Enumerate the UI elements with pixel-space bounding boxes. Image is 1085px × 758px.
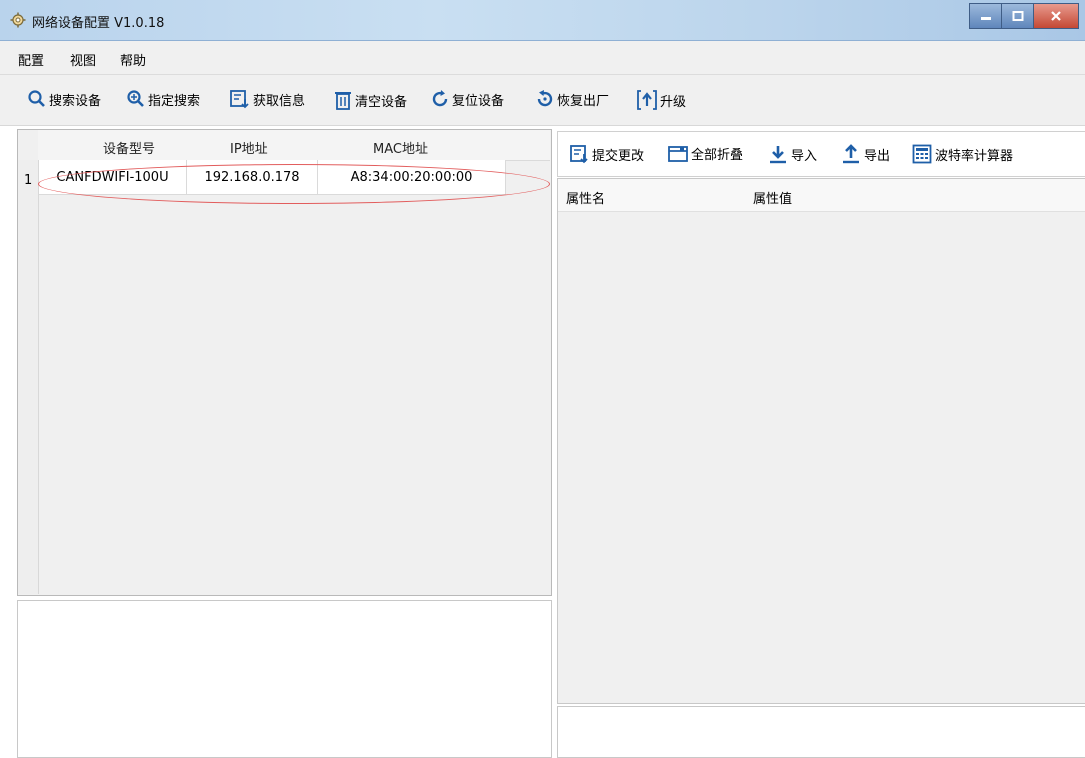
collapse-all-button[interactable]: 全部折叠	[668, 144, 743, 163]
submit-icon	[570, 145, 588, 164]
menu-view[interactable]: 视图	[70, 50, 96, 69]
device-table-header: 设备型号 IP地址 MAC地址	[38, 130, 550, 161]
window-title: 网络设备配置 V1.0.18	[32, 16, 165, 31]
maximize-icon	[1012, 11, 1023, 21]
menu-config[interactable]: 配置	[18, 50, 44, 69]
upgrade-button[interactable]: 升级	[636, 89, 686, 111]
get-info-button[interactable]: 获取信息	[229, 89, 305, 109]
menu-bar: 配置 视图 帮助	[0, 41, 1085, 75]
submit-changes-label: 提交更改	[592, 148, 645, 164]
column-header-mac[interactable]: MAC地址	[373, 138, 428, 157]
factory-reset-button[interactable]: 恢复出厂	[535, 89, 609, 109]
column-header-property-value: 属性值	[753, 192, 793, 207]
menu-help[interactable]: 帮助	[120, 50, 146, 69]
column-header-property-name: 属性名	[566, 192, 606, 207]
column-header-model[interactable]: 设备型号	[103, 138, 155, 157]
property-description-panel	[557, 706, 1085, 758]
minimize-icon	[980, 17, 991, 20]
export-label: 导出	[864, 148, 891, 164]
get-info-label: 获取信息	[253, 93, 306, 109]
window-controls	[969, 3, 1079, 29]
zoom-in-icon	[127, 90, 144, 107]
factory-reset-label: 恢复出厂	[557, 93, 610, 109]
main-toolbar: 搜索设备 指定搜索 获取信息 清空设备 复位设备 恢复出厂 升级	[0, 75, 1085, 126]
collapse-all-label: 全部折叠	[691, 148, 744, 163]
row-number: 1	[24, 173, 33, 188]
upload-icon	[843, 144, 859, 164]
search-devices-button[interactable]: 搜索设备	[27, 89, 101, 109]
trash-icon	[335, 92, 351, 110]
cell-ip[interactable]: 192.168.0.178	[187, 160, 318, 195]
log-panel[interactable]	[17, 600, 552, 758]
refresh-icon	[432, 90, 448, 107]
row-gutter	[18, 160, 39, 594]
targeted-search-button[interactable]: 指定搜索	[126, 89, 200, 109]
baud-calculator-button[interactable]: 波特率计算器	[912, 144, 1013, 164]
targeted-search-label: 指定搜索	[148, 93, 201, 109]
search-icon	[28, 90, 45, 107]
column-header-ip[interactable]: IP地址	[230, 138, 268, 157]
reset-device-button[interactable]: 复位设备	[430, 89, 504, 109]
download-icon	[770, 146, 786, 164]
submit-changes-button[interactable]: 提交更改	[569, 144, 644, 164]
cell-model[interactable]: CANFDWIFI-100U	[39, 160, 187, 195]
clear-devices-label: 清空设备	[355, 94, 408, 110]
device-list-panel: 设备型号 IP地址 MAC地址 1 CANFDWIFI-100U 192.168…	[17, 129, 552, 596]
property-grid-header: 属性名 属性值	[558, 179, 1085, 212]
clear-devices-button[interactable]: 清空设备	[333, 89, 407, 111]
gear-icon	[10, 12, 26, 28]
upgrade-label: 升级	[660, 94, 687, 110]
cell-mac[interactable]: A8:34:00:20:00:00	[318, 160, 506, 195]
property-grid: 属性名 属性值	[557, 178, 1085, 704]
history-icon	[537, 90, 553, 107]
import-button[interactable]: 导入	[768, 144, 817, 164]
calculator-icon	[912, 144, 932, 164]
close-icon	[1051, 11, 1061, 21]
maximize-button[interactable]	[1002, 3, 1034, 29]
property-toolbar: 提交更改 全部折叠 导入 导出 波特率计算器	[557, 131, 1085, 177]
baud-calculator-label: 波特率计算器	[935, 148, 1014, 164]
import-label: 导入	[791, 148, 818, 164]
export-button[interactable]: 导出	[841, 144, 890, 164]
upload-icon	[637, 90, 657, 110]
reset-device-label: 复位设备	[452, 93, 505, 109]
search-devices-label: 搜索设备	[49, 93, 102, 109]
document-info-icon	[230, 90, 249, 109]
collapse-icon	[668, 145, 688, 162]
title-bar: 网络设备配置 V1.0.18	[0, 0, 1085, 41]
close-button[interactable]	[1034, 3, 1079, 29]
minimize-button[interactable]	[969, 3, 1002, 29]
